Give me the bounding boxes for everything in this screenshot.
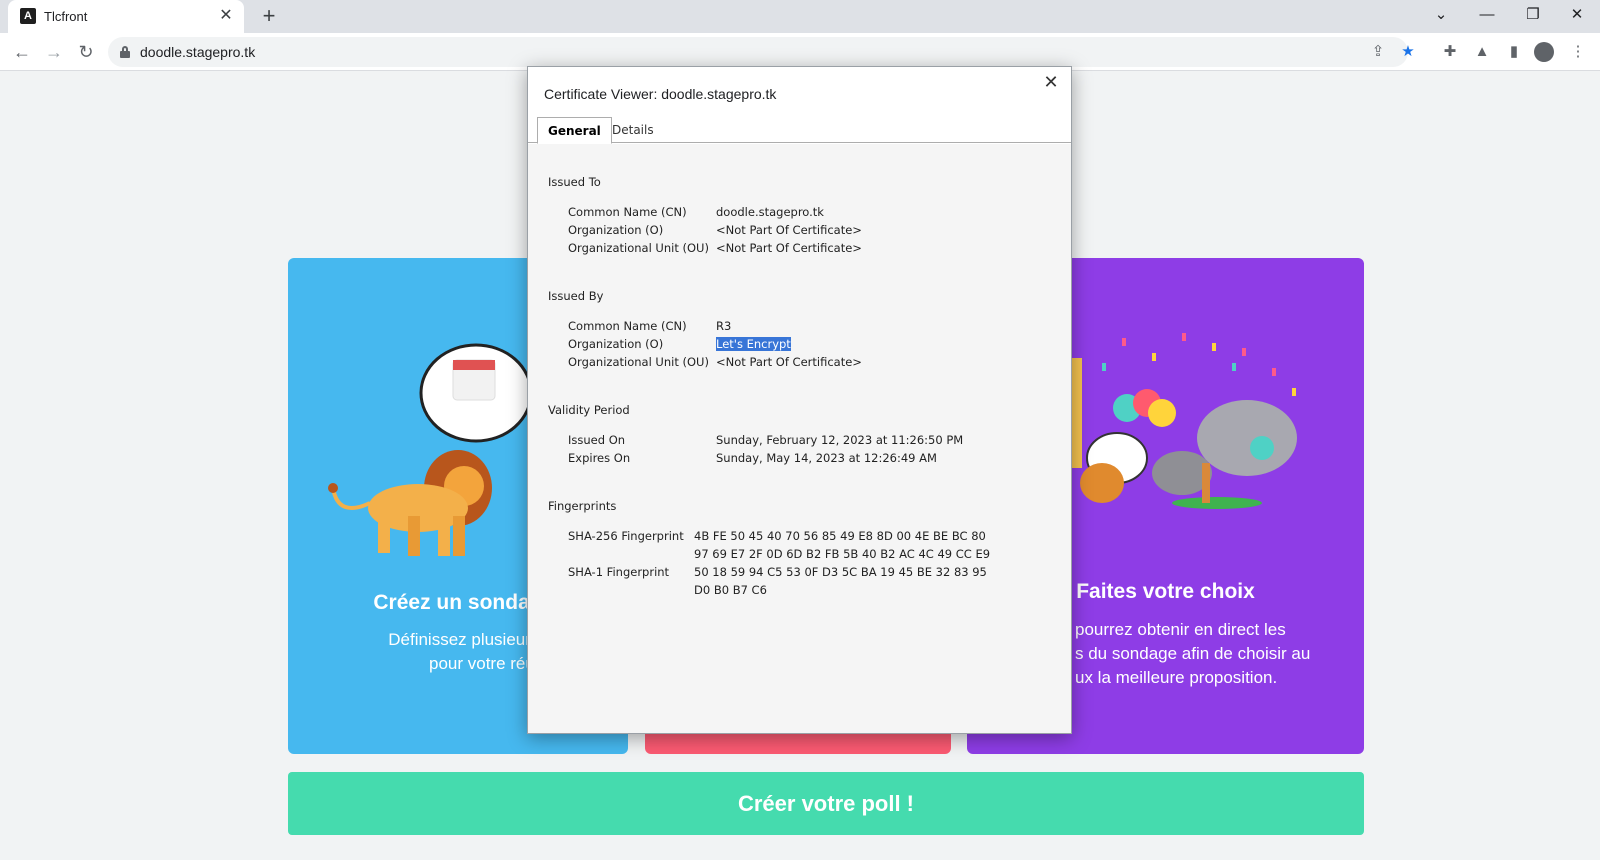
expires-on-label: Expires On — [568, 451, 631, 465]
dialog-tabs: General Details — [528, 117, 1071, 144]
issued-to-cn-value: doodle.stagepro.tk — [716, 205, 824, 219]
bookmark-star-icon[interactable]: ★ — [1398, 42, 1418, 62]
minimize-button[interactable]: — — [1464, 0, 1510, 33]
sha256-line-1: 4B FE 50 45 40 70 56 85 49 E8 8D 00 4E B… — [694, 529, 986, 543]
issued-on-label: Issued On — [568, 433, 626, 447]
issued-by-cn-value: R3 — [716, 319, 732, 333]
issued-by-heading: Issued By — [548, 289, 604, 303]
animals-party-illustration — [1072, 333, 1297, 509]
validity-heading: Validity Period — [548, 403, 630, 417]
url-text[interactable]: doodle.stagepro.tk — [140, 44, 255, 60]
close-window-button[interactable]: ✕ — [1554, 0, 1600, 33]
issued-by-o-label: Organization (O) — [568, 337, 664, 351]
reload-icon[interactable]: ↻ — [72, 38, 100, 66]
fingerprints-heading: Fingerprints — [548, 499, 617, 513]
issued-to-o-label: Organization (O) — [568, 223, 664, 237]
tab-general[interactable]: General — [537, 117, 612, 144]
restore-button[interactable]: ❐ — [1510, 0, 1556, 33]
angular-favicon-icon: A — [20, 8, 36, 24]
back-arrow-icon[interactable]: ← — [8, 38, 36, 66]
card-right-text-1: pourrez obtenir en direct les — [1075, 620, 1286, 639]
labs-flask-icon[interactable]: ▲ — [1472, 42, 1492, 62]
lock-icon[interactable] — [120, 46, 130, 58]
create-poll-button[interactable]: Créer votre poll ! — [288, 772, 1364, 835]
sha1-line-1: 50 18 59 94 C5 53 0F D3 5C BA 19 45 BE 3… — [694, 565, 987, 579]
issued-by-ou-label: Organizational Unit (OU) — [568, 355, 709, 369]
dialog-title: Certificate Viewer: doodle.stagepro.tk — [544, 86, 777, 102]
tab-details[interactable]: Details — [602, 117, 664, 143]
sha1-line-2: D0 B0 B7 C6 — [694, 583, 767, 597]
sha1-label: SHA-1 Fingerprint — [568, 565, 670, 579]
issued-by-ou-value: <Not Part Of Certificate> — [716, 355, 862, 369]
issued-by-o-value-selected[interactable]: Let's Encrypt — [716, 337, 791, 351]
dialog-close-icon[interactable]: ✕ — [1041, 73, 1061, 93]
menu-kebab-icon[interactable]: ⋮ — [1568, 42, 1588, 62]
issued-to-ou-label: Organizational Unit (OU) — [568, 241, 709, 255]
issued-on-value: Sunday, February 12, 2023 at 11:26:50 PM — [716, 433, 964, 447]
new-tab-button[interactable]: + — [256, 4, 282, 30]
sha256-line-2: 97 69 E7 2F 0D 6D B2 FB 5B 40 B2 AC 4C 4… — [694, 547, 991, 561]
side-panel-icon[interactable]: ▮ — [1504, 42, 1524, 62]
forward-arrow-icon[interactable]: → — [40, 38, 68, 66]
expires-on-value: Sunday, May 14, 2023 at 12:26:49 AM — [716, 451, 937, 465]
share-icon[interactable]: ⇪ — [1368, 42, 1388, 62]
sha256-label: SHA-256 Fingerprint — [568, 529, 684, 543]
tab-title: Tlcfront — [44, 9, 88, 24]
extensions-puzzle-icon[interactable]: ✚ — [1440, 42, 1460, 62]
lion-illustration — [328, 343, 533, 556]
profile-avatar-icon[interactable] — [1534, 42, 1554, 62]
issued-to-ou-value: <Not Part Of Certificate> — [716, 241, 862, 255]
issued-to-heading: Issued To — [548, 175, 601, 189]
tab-strip: A Tlcfront ✕ + ⌄ — ❐ ✕ — [0, 0, 1600, 33]
general-tab-content: Issued To Common Name (CN) doodle.stagep… — [528, 144, 1071, 733]
certificate-viewer-dialog: Certificate Viewer: doodle.stagepro.tk ✕… — [527, 66, 1072, 734]
issued-by-cn-label: Common Name (CN) — [568, 319, 687, 333]
issued-to-cn-label: Common Name (CN) — [568, 205, 687, 219]
card-right-text-3: ux la meilleure proposition. — [1075, 668, 1278, 687]
address-bar[interactable]: doodle.stagepro.tk ⇪ ★ — [108, 37, 1415, 67]
issued-to-o-value: <Not Part Of Certificate> — [716, 223, 862, 237]
tab-close-icon[interactable]: ✕ — [216, 6, 236, 26]
card-right-text-2: s du sondage afin de choisir au — [1075, 644, 1311, 663]
browser-tab[interactable]: A Tlcfront ✕ — [8, 0, 244, 33]
tab-search-chevron-down-icon[interactable]: ⌄ — [1418, 0, 1464, 33]
